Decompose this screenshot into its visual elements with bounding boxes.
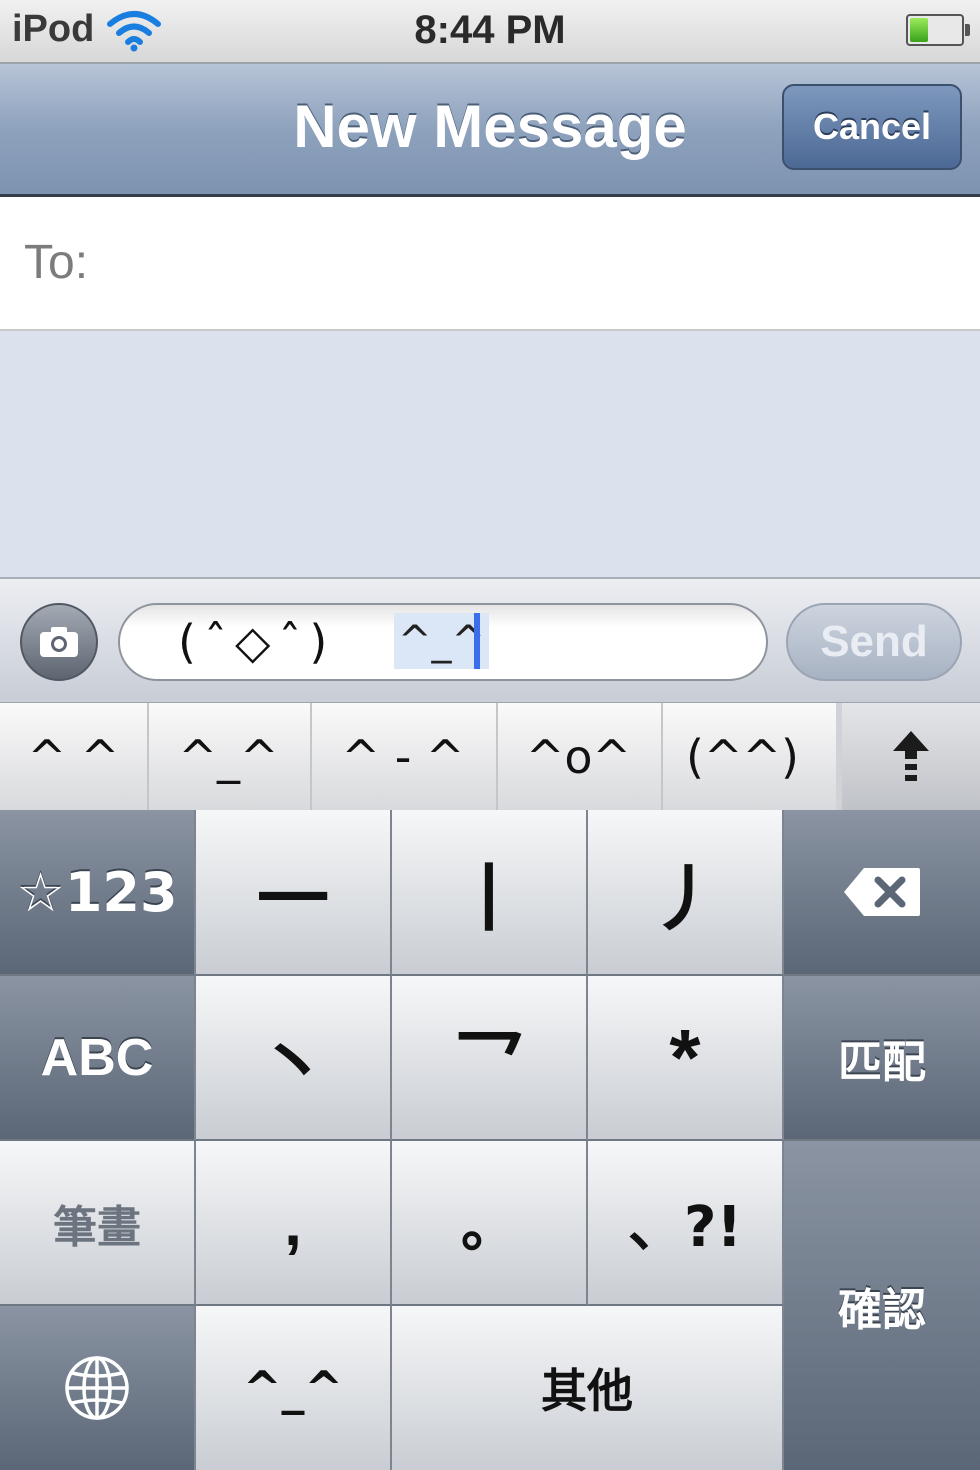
expand-candidates-button[interactable] bbox=[836, 703, 980, 811]
recipient-label: To: bbox=[24, 236, 89, 289]
punctuation-key[interactable]: 、?! bbox=[588, 1141, 784, 1306]
message-input[interactable]: (ˆ◇ˆ) ^_^ bbox=[118, 603, 768, 681]
stroke-vertical-key[interactable]: 丨 bbox=[392, 810, 588, 976]
candidate-item[interactable]: (^^) bbox=[661, 703, 824, 811]
comma-key[interactable]: , bbox=[196, 1141, 392, 1306]
stroke-turning-key[interactable]: 乛 bbox=[392, 976, 588, 1141]
camera-button[interactable] bbox=[20, 603, 98, 681]
other-key[interactable]: 其他 bbox=[392, 1306, 784, 1470]
text-caret bbox=[474, 613, 480, 669]
battery-fill bbox=[910, 18, 928, 42]
period-key[interactable]: 。 bbox=[392, 1141, 588, 1306]
recipient-field[interactable]: To: bbox=[0, 197, 980, 331]
globe-icon bbox=[65, 1356, 129, 1420]
message-text: (ˆ◇ˆ) bbox=[178, 615, 336, 669]
cancel-button[interactable]: Cancel bbox=[782, 84, 962, 170]
clock: 8:44 PM bbox=[414, 8, 566, 52]
candidate-bar: ^ ^ ^_^ ^ - ^ ^o^ (^^) bbox=[0, 702, 980, 811]
abc-key[interactable]: ABC bbox=[0, 976, 196, 1141]
send-button[interactable]: Send bbox=[786, 603, 962, 681]
delete-icon bbox=[844, 868, 920, 916]
stroke-horizontal-key[interactable]: 一 bbox=[196, 810, 392, 976]
stroke-falling-left-key[interactable]: 丿 bbox=[588, 810, 784, 976]
match-key[interactable]: 匹配 bbox=[784, 976, 980, 1141]
status-bar: iPod 8:44 PM bbox=[0, 0, 980, 64]
emoticon-key[interactable]: ^_^ bbox=[196, 1306, 392, 1470]
globe-key[interactable] bbox=[0, 1306, 196, 1470]
battery-icon bbox=[906, 14, 970, 46]
message-thread-area bbox=[0, 331, 980, 577]
arrow-up-icon bbox=[893, 731, 929, 781]
keyboard: ☆123 一 丨 丿 ABC 丶 乛 * 匹配 筆畫 , 。 、?! 確認 ^_… bbox=[0, 810, 980, 1470]
candidate-item[interactable]: ^o^ bbox=[496, 703, 663, 811]
delete-key[interactable] bbox=[784, 810, 980, 976]
camera-icon bbox=[40, 627, 78, 657]
numbers-key[interactable]: ☆123 bbox=[0, 810, 196, 976]
compose-bar: (ˆ◇ˆ) ^_^ Send bbox=[0, 577, 980, 704]
stroke-dot-key[interactable]: 丶 bbox=[196, 976, 392, 1141]
strokes-key[interactable]: 筆畫 bbox=[0, 1141, 196, 1306]
navigation-bar: New Message Cancel bbox=[0, 64, 980, 197]
candidate-item[interactable]: ^_^ bbox=[147, 703, 312, 811]
confirm-key[interactable]: 確認 bbox=[784, 1141, 980, 1470]
candidate-item[interactable]: ^ ^ bbox=[0, 703, 149, 811]
candidate-item[interactable]: ^ - ^ bbox=[310, 703, 498, 811]
wildcard-key[interactable]: * bbox=[588, 976, 784, 1141]
